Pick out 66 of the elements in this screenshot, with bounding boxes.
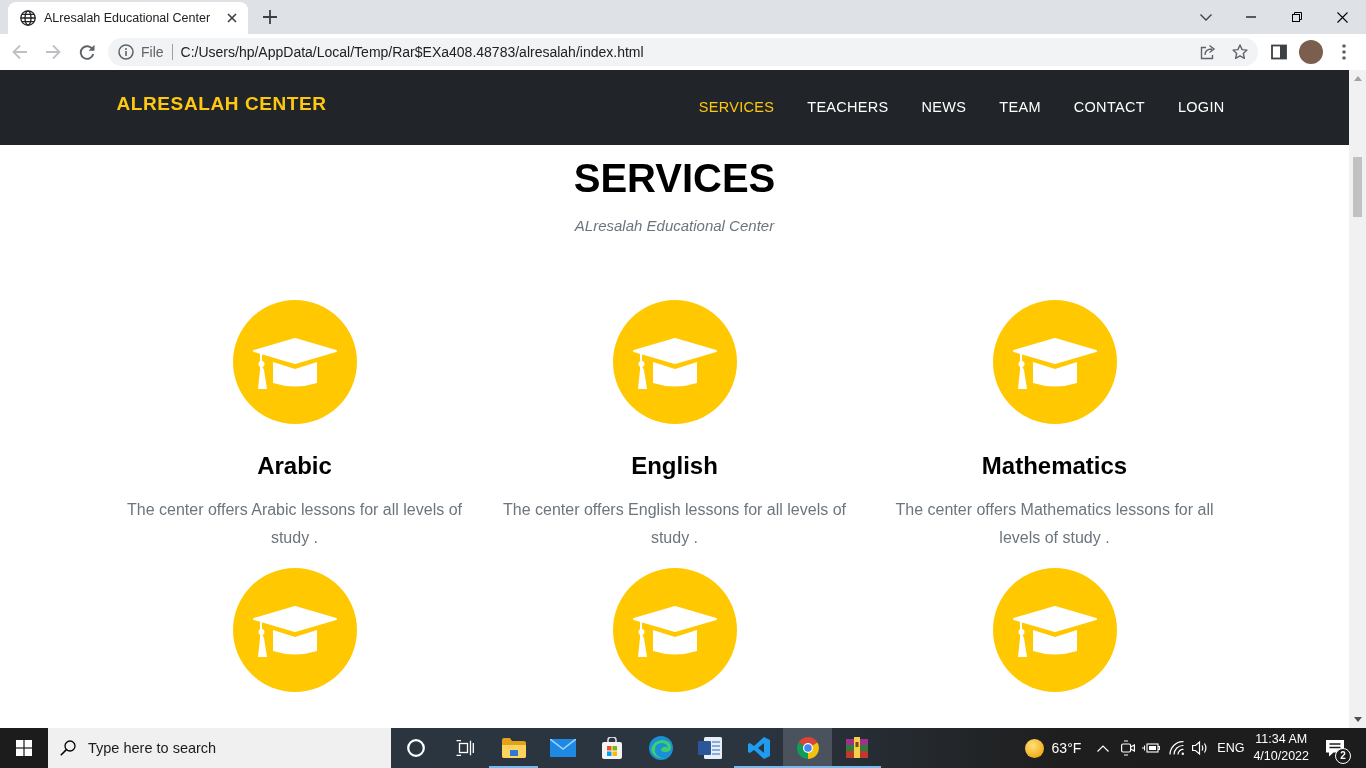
ring-icon[interactable] <box>406 739 425 757</box>
scroll-down-icon[interactable] <box>1353 717 1362 722</box>
start-button[interactable] <box>0 728 48 768</box>
address-bar[interactable]: File C:/Users/hp/AppData/Local/Temp/Rar$EXa408.48783/alresalah/index.html <box>108 38 1258 66</box>
service-title: English <box>631 451 718 480</box>
clock-date[interactable]: 4/10/2022 <box>1253 748 1309 765</box>
books-icon <box>845 737 868 759</box>
segmented-circle-icon <box>796 737 819 759</box>
nav-link[interactable]: SERVICES <box>690 96 783 119</box>
clock-time[interactable]: 11:34 AM <box>1255 731 1308 748</box>
graduation-cap-icon <box>232 568 357 692</box>
taskbar-app-button[interactable] <box>783 728 832 768</box>
globe-icon <box>20 10 36 26</box>
nav-link[interactable]: CONTACT <box>1065 96 1153 119</box>
url-text[interactable]: C:/Users/hp/AppData/Local/Temp/Rar$EXa408.48783/alresalah/index.html <box>180 41 644 63</box>
graduation-cap-icon <box>992 300 1117 424</box>
close-icon[interactable] <box>1337 11 1348 23</box>
section-title: SERVICES <box>572 155 777 202</box>
side-panel-icon[interactable] <box>1271 44 1287 60</box>
battery-plug-icon[interactable] <box>1142 742 1161 754</box>
folder-icon <box>501 738 526 758</box>
browser-tab[interactable]: ALresalah Educational Center <box>8 2 248 34</box>
weather-temperature[interactable]: 63°F <box>1051 737 1082 759</box>
share-icon[interactable] <box>1200 44 1216 60</box>
graduation-cap-icon <box>992 568 1117 692</box>
service-description: The center offers Arabic lessons for all levels of study . <box>126 500 463 548</box>
nav-link[interactable]: LOGIN <box>1169 96 1233 119</box>
graduation-cap-icon <box>612 568 737 692</box>
search-icon <box>60 740 76 756</box>
task-view-icon[interactable] <box>455 740 474 756</box>
wifi-icon[interactable] <box>1169 741 1186 755</box>
reload-icon[interactable] <box>79 44 95 60</box>
speaker-icon[interactable] <box>1192 741 1209 755</box>
ribbon-icon <box>747 737 770 759</box>
site-brand[interactable]: ALRESALAH CENTER <box>116 90 327 119</box>
document-icon <box>697 737 722 759</box>
scrollbar-thumb[interactable] <box>1353 157 1362 217</box>
sun-icon[interactable] <box>1024 738 1044 758</box>
service-title: Arabic <box>257 451 332 480</box>
service-description: The center offers Mathematics lessons for all levels of study . <box>894 500 1215 548</box>
scrollbar-track[interactable] <box>1349 70 1366 728</box>
close-icon[interactable] <box>227 13 237 23</box>
language-indicator[interactable]: ENG <box>1217 738 1245 758</box>
nav-link[interactable]: TEAM <box>991 96 1049 119</box>
avatar-placeholder[interactable] <box>1299 40 1323 64</box>
site-info-label[interactable]: File <box>141 41 164 63</box>
service-description: The center offers English lessons for all levels of study . <box>502 500 847 548</box>
chevron-down-icon[interactable] <box>1200 13 1212 21</box>
service-title: Mathematics <box>981 451 1128 480</box>
restore-icon[interactable] <box>1292 12 1302 22</box>
envelope-icon <box>549 739 576 757</box>
nav-link[interactable]: NEWS <box>913 96 975 119</box>
video-camera-icon[interactable] <box>1121 740 1136 756</box>
section-subtitle: ALresalah Educational Center <box>573 216 776 236</box>
plus-icon[interactable] <box>263 10 277 24</box>
graduation-cap-icon <box>612 300 737 424</box>
shopping-bag-icon <box>601 737 622 759</box>
windows-logo-icon <box>16 740 32 756</box>
chevron-up-icon[interactable] <box>1097 744 1110 752</box>
nav-link[interactable]: TEACHERS <box>799 96 897 119</box>
search-field[interactable]: Type here to search <box>48 728 391 768</box>
graduation-cap-icon <box>232 300 357 424</box>
info-icon[interactable] <box>118 44 134 60</box>
star-icon[interactable] <box>1232 44 1248 60</box>
menu-icon[interactable] <box>1342 44 1346 60</box>
swirl-icon <box>648 736 673 760</box>
